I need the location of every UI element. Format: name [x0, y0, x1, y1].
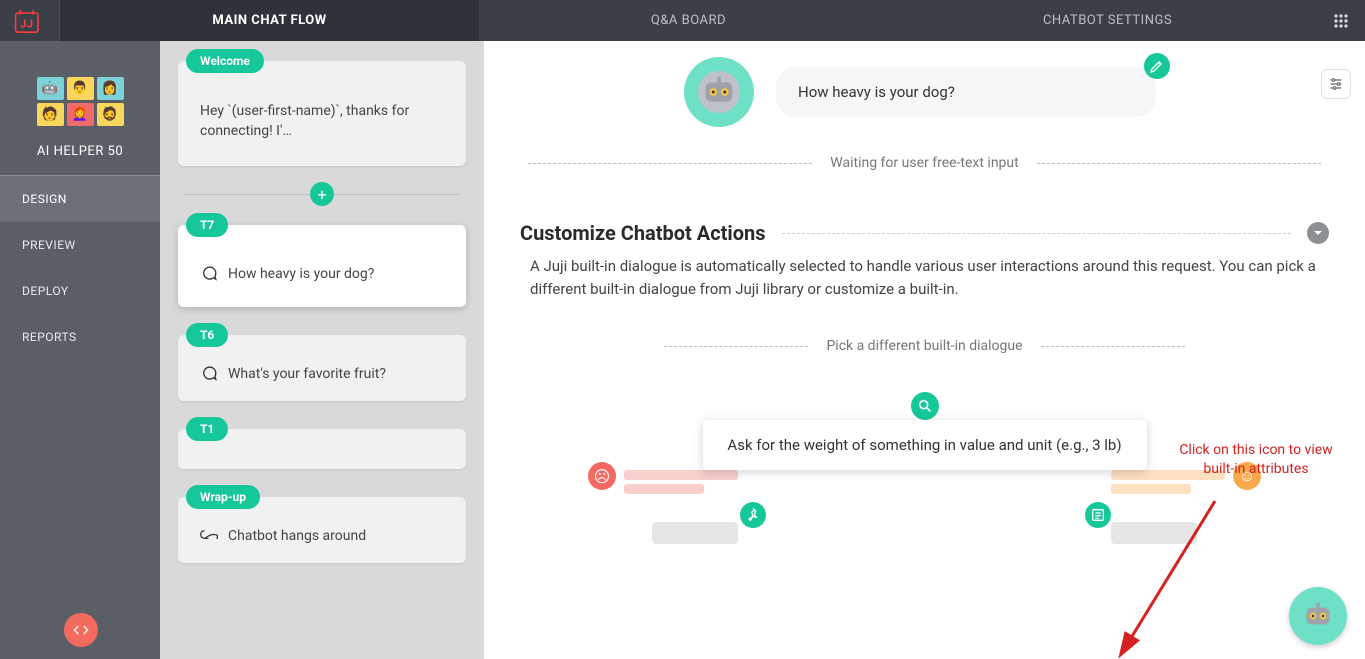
sliders-icon[interactable]: [1321, 69, 1351, 99]
sad-face-icon: ☹: [588, 462, 616, 490]
section-title: Customize Chatbot Actions: [520, 221, 766, 245]
waiting-divider: Waiting for user free-text input: [528, 155, 1321, 171]
main-panel: How heavy is your dog? Waiting for user …: [484, 41, 1365, 659]
flow-card-text: What's your favorite fruit?: [228, 366, 386, 382]
apps-grid-icon[interactable]: [1317, 13, 1365, 29]
bot-name: AI HELPER 50: [14, 144, 146, 175]
nav-preview[interactable]: PREVIEW: [0, 222, 160, 268]
nav-label: DESIGN: [22, 192, 67, 206]
annotation-text: Click on this icon to view built-in attr…: [1171, 441, 1341, 479]
collapse-section-button[interactable]: [1307, 222, 1329, 244]
chat-helper-fab[interactable]: [1289, 587, 1347, 645]
flow-column: Welcome Hey `(user-first-name)`, thanks …: [160, 41, 484, 659]
nav-deploy[interactable]: DEPLOY: [0, 268, 160, 314]
nav-reports[interactable]: REPORTS: [0, 314, 160, 360]
tab-label: MAIN CHAT FLOW: [212, 13, 326, 28]
tab-qa-board[interactable]: Q&A BOARD: [479, 0, 898, 41]
svg-text:JJ: JJ: [20, 17, 33, 30]
dialogue-text: Ask for the weight of something in value…: [727, 436, 1121, 454]
dialogue-card[interactable]: Ask for the weight of something in value…: [703, 420, 1147, 470]
search-dialogue-button[interactable]: [911, 392, 939, 420]
left-sidebar: 🤖 👨 👩 🧑 👩‍🦰 🧔 AI HELPER 50 DESIGN PREVIE…: [0, 41, 160, 659]
negative-branch-placeholder: [588, 512, 738, 544]
flow-pill: Welcome: [186, 49, 264, 73]
flow-card-text: Chatbot hangs around: [228, 528, 366, 544]
flow-card-text: How heavy is your dog?: [228, 266, 374, 282]
flow-pill: T1: [186, 417, 228, 441]
bot-message-text: How heavy is your dog?: [798, 83, 955, 101]
flow-pill: Wrap-up: [186, 485, 260, 509]
top-tabs: MAIN CHAT FLOW Q&A BOARD CHATBOT SETTING…: [60, 0, 1317, 41]
flow-divider: +: [184, 194, 460, 195]
flow-card-t1[interactable]: T1: [178, 429, 466, 469]
chat-icon: [200, 265, 218, 283]
nav-label: DEPLOY: [22, 284, 69, 298]
nav-design[interactable]: DESIGN: [0, 176, 160, 222]
bot-avatar: [684, 57, 754, 127]
positive-branch-placeholder: [1111, 512, 1261, 544]
infinity-icon: [200, 527, 218, 545]
pin-button[interactable]: [740, 502, 766, 528]
tab-label: Q&A BOARD: [651, 13, 726, 28]
flow-pill: T6: [186, 323, 228, 347]
top-bar: JJ MAIN CHAT FLOW Q&A BOARD CHATBOT SETT…: [0, 0, 1365, 41]
code-fab[interactable]: [64, 613, 98, 647]
section-description: A Juji built-in dialogue is automaticall…: [530, 255, 1319, 300]
bot-message-bubble[interactable]: How heavy is your dog?: [776, 67, 1156, 117]
nav-label: PREVIEW: [22, 238, 76, 252]
flow-card-t6[interactable]: T6 What's your favorite fruit?: [178, 335, 466, 401]
tab-main-chat-flow[interactable]: MAIN CHAT FLOW: [60, 0, 479, 41]
bot-message-row: How heavy is your dog?: [684, 57, 1365, 127]
juji-logo[interactable]: JJ: [0, 0, 60, 41]
persona-avatars[interactable]: 🤖 👨 👩 🧑 👩‍🦰 🧔: [35, 77, 125, 126]
chat-icon: [200, 365, 218, 383]
flow-card-wrapup[interactable]: Wrap-up Chatbot hangs around: [178, 497, 466, 563]
flow-card-t7[interactable]: T7 How heavy is your dog?: [178, 225, 466, 307]
flow-card-welcome[interactable]: Welcome Hey `(user-first-name)`, thanks …: [178, 61, 466, 166]
tab-label: CHATBOT SETTINGS: [1043, 13, 1172, 28]
add-step-button[interactable]: +: [310, 182, 334, 206]
pick-dialogue-label: Pick a different built-in dialogue: [826, 338, 1022, 354]
pick-dialogue-divider: Pick a different built-in dialogue: [664, 338, 1185, 354]
flow-pill: T7: [186, 213, 228, 237]
attributes-button[interactable]: [1085, 502, 1111, 528]
waiting-label: Waiting for user free-text input: [830, 155, 1018, 171]
flow-card-text: Hey `(user-first-name)`, thanks for conn…: [200, 101, 444, 142]
tab-chatbot-settings[interactable]: CHATBOT SETTINGS: [898, 0, 1317, 41]
nav-label: REPORTS: [22, 330, 77, 344]
edit-message-button[interactable]: [1144, 53, 1170, 79]
section-header: Customize Chatbot Actions: [520, 221, 1329, 245]
